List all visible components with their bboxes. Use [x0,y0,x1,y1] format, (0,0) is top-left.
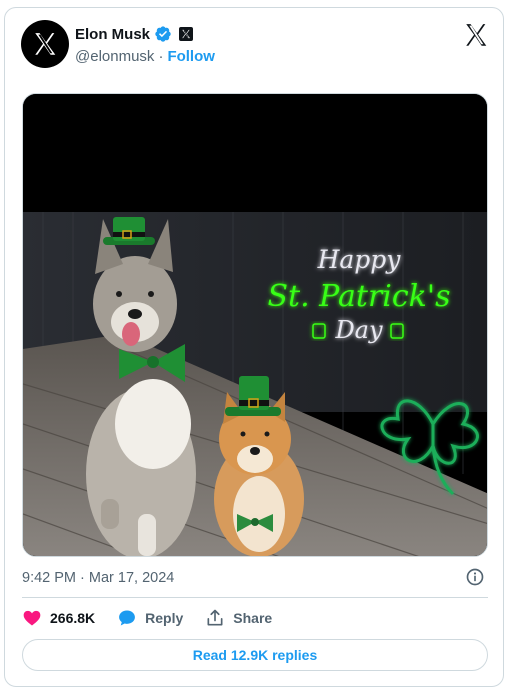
sign-line-2: St. Patrick's [267,279,450,314]
reply-label: Reply [145,610,184,626]
share-label: Share [233,610,273,626]
author-name[interactable]: Elon Musk [75,26,150,43]
tweet-card: Elon Musk @elonmusk · Follow Happy St. P… [4,7,504,687]
tweet-actions: 266.8K Reply Share [22,606,294,630]
like-count: 266.8K [50,610,96,626]
author-handle-row: @elonmusk · Follow [75,48,215,65]
author-name-row: Elon Musk [75,25,194,43]
heart-icon [23,610,41,626]
share-icon [207,609,223,626]
reply-bubble-icon [119,610,136,626]
read-replies-button[interactable]: Read 12.9K replies [22,639,488,671]
like-button[interactable]: 266.8K [22,608,95,628]
author-handle[interactable]: @elonmusk [75,48,154,65]
sign-line-1: Happy [317,245,402,274]
divider [22,597,488,598]
sign-line-3: Day [334,316,383,344]
avatar-x-logo-icon [35,33,56,55]
x-affiliate-badge-icon [179,27,194,41]
x-logo-icon[interactable] [463,22,489,48]
info-icon[interactable] [465,567,485,587]
tweet-media-image[interactable]: Happy St. Patrick's Day [22,93,488,557]
handle-separator: · [158,48,164,65]
reply-button[interactable]: Reply [117,608,183,628]
share-button[interactable]: Share [205,608,272,628]
verified-badge-icon [154,25,172,43]
tweet-timestamp[interactable]: 9:42 PM · Mar 17, 2024 [22,570,174,586]
follow-button[interactable]: Follow [167,48,215,65]
author-avatar[interactable] [21,20,69,68]
